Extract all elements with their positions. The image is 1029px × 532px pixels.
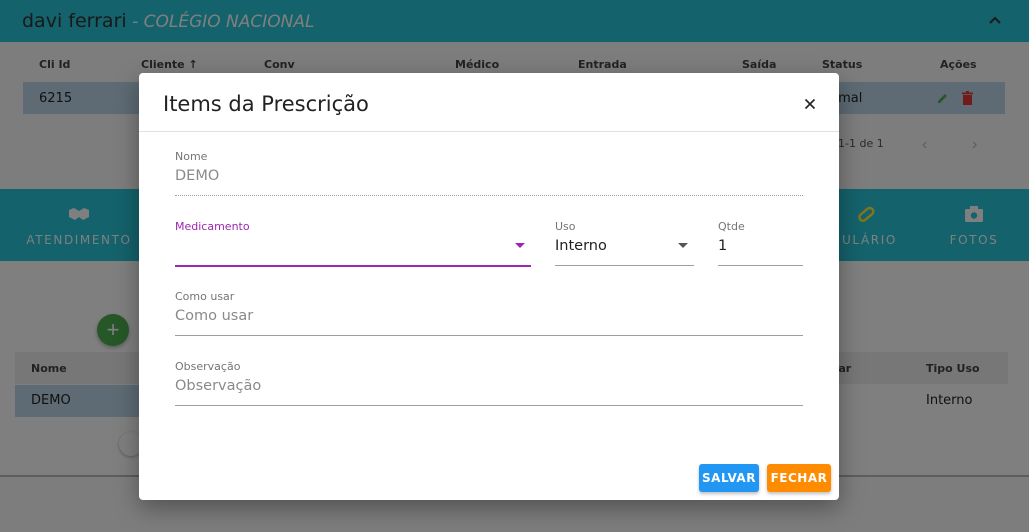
uso-select[interactable]: Uso Interno bbox=[555, 220, 694, 268]
uso-value: Interno bbox=[555, 238, 607, 254]
qtde-value: 1 bbox=[718, 238, 728, 254]
como-usar-field[interactable]: Como usar Como usar bbox=[175, 290, 803, 338]
uso-underline bbox=[555, 265, 694, 266]
nome-underline bbox=[175, 195, 803, 196]
nome-field: Nome DEMO bbox=[175, 150, 803, 198]
medicamento-underline bbox=[175, 265, 531, 267]
prescription-item-dialog: Items da Prescrição Nome DEMO Medicament… bbox=[139, 73, 839, 500]
close-icon[interactable] bbox=[804, 98, 816, 110]
dropdown-arrow-icon[interactable] bbox=[515, 243, 525, 248]
nome-label: Nome bbox=[175, 150, 208, 163]
medicamento-label: Medicamento bbox=[175, 220, 250, 233]
close-button[interactable]: FECHAR bbox=[767, 464, 831, 492]
save-button[interactable]: SALVAR bbox=[699, 464, 759, 492]
como-usar-label: Como usar bbox=[175, 290, 235, 303]
observacao-placeholder: Observação bbox=[175, 378, 262, 394]
qtde-label: Qtde bbox=[718, 220, 745, 233]
observacao-label: Observação bbox=[175, 360, 241, 373]
dialog-divider bbox=[139, 131, 839, 132]
observacao-field[interactable]: Observação Observação bbox=[175, 360, 803, 408]
medicamento-select[interactable]: Medicamento bbox=[175, 220, 531, 268]
nome-value: DEMO bbox=[175, 168, 220, 184]
como-usar-placeholder: Como usar bbox=[175, 308, 254, 324]
qtde-field[interactable]: Qtde 1 bbox=[718, 220, 803, 268]
observacao-underline bbox=[175, 405, 803, 406]
uso-label: Uso bbox=[555, 220, 576, 233]
dropdown-arrow-icon[interactable] bbox=[678, 243, 688, 248]
como-usar-underline bbox=[175, 335, 803, 336]
dialog-title: Items da Prescrição bbox=[163, 92, 369, 116]
qtde-underline bbox=[718, 265, 803, 266]
